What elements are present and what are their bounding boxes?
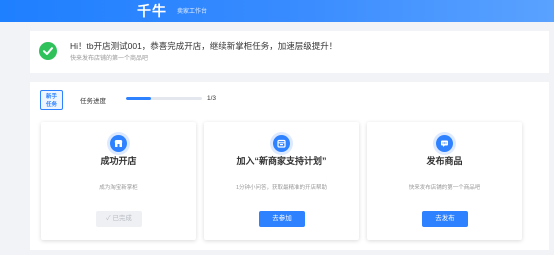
progress-label: 任务进度 — [80, 98, 106, 105]
badge-line-2: 任务 — [45, 102, 57, 108]
progress-bar — [126, 97, 202, 100]
completed-button: ✓ 已完成 — [96, 211, 142, 227]
novice-tasks-panel: 新手 任务 任务进度 1/3 成功开店 成为淘宝新掌柜 ✓ 已完成 加入“新商家… — [30, 82, 549, 250]
novice-task-badge: 新手 任务 — [40, 90, 63, 110]
progress-count: 1/3 — [207, 95, 217, 102]
task-card-publish-product: 发布商品 快来发布店铺的第一个商品吧 去发布 — [367, 122, 522, 240]
brand-subtitle: 卖家工作台 — [177, 9, 208, 15]
task-card-title: 加入“新商家支持计划” — [236, 156, 327, 166]
top-bar: 千牛 卖家工作台 — [0, 0, 554, 22]
store-icon — [110, 135, 127, 152]
congrats-title: Hi！tb开店测试001，恭喜完成开店，继续新掌柜任务，加速层级提升！ — [70, 41, 338, 51]
badge-line-1: 新手 — [45, 94, 57, 100]
task-card-join-plan: 加入“新商家支持计划” 1分钟小问答，获取最精准的开店帮助 去参加 — [204, 122, 359, 240]
task-card-desc: 1分钟小问答，获取最精准的开店帮助 — [235, 185, 328, 191]
congrats-banner: Hi！tb开店测试001，恭喜完成开店，继续新掌柜任务，加速层级提升！ 快来发布… — [30, 31, 549, 73]
progress-fill — [126, 97, 152, 100]
task-card-title: 发布商品 — [426, 156, 463, 166]
congrats-subtitle: 快来发布店铺的第一个商品吧 — [70, 56, 149, 62]
task-card-desc: 快来发布店铺的第一个商品吧 — [408, 185, 481, 191]
brand-logo[interactable]: 千牛 — [137, 1, 167, 21]
calendar-icon — [273, 135, 290, 152]
task-card-desc: 成为淘宝新掌柜 — [99, 185, 138, 191]
message-icon — [436, 135, 453, 152]
join-button[interactable]: 去参加 — [259, 211, 305, 227]
publish-button[interactable]: 去发布 — [422, 211, 468, 227]
check-circle-icon — [39, 42, 57, 60]
task-card-open-store: 成功开店 成为淘宝新掌柜 ✓ 已完成 — [41, 122, 196, 240]
task-card-title: 成功开店 — [100, 156, 137, 166]
